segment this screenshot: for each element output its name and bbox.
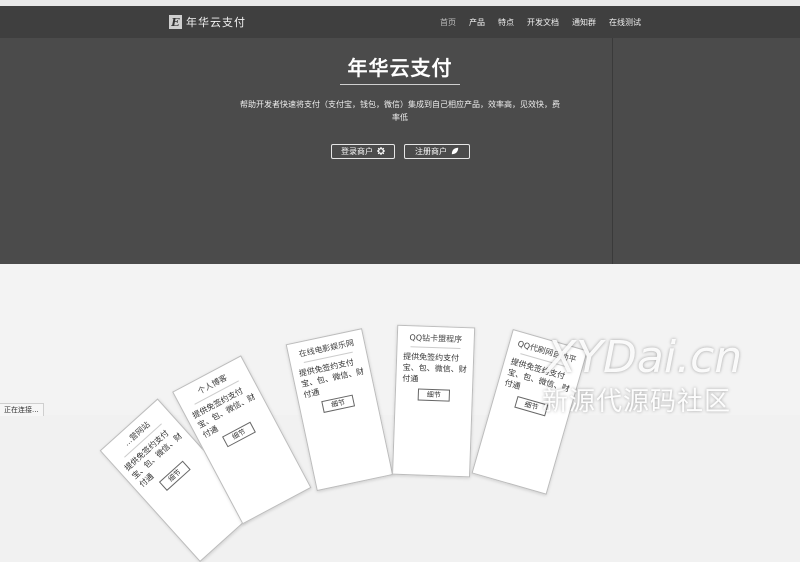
hero-section: 年华云支付 帮助开发者快速将支付（支付宝，钱包，微信）集成到自己相应产品，效率高… — [0, 38, 800, 264]
login-button-label: 登录商户 — [341, 147, 373, 156]
watermark-subtitle: 新源代源码社区 — [542, 387, 732, 417]
nav-item-home[interactable]: 首页 — [440, 17, 456, 28]
brand-logo-icon: E — [169, 15, 182, 29]
nav-menu: 首页 产品 特点 开发文档 通知群 在线测试 — [440, 6, 641, 38]
details-button[interactable]: 细节 — [417, 388, 451, 402]
nav-item-online-test[interactable]: 在线测试 — [609, 17, 641, 28]
hero-title: 年华云支付 — [347, 56, 453, 80]
login-merchant-button[interactable]: 登录商户 — [331, 144, 395, 159]
product-card-desc: 提供免签约支付宝、包、微信、财付通 — [402, 351, 467, 384]
nav-item-docs[interactable]: 开发文档 — [527, 17, 559, 28]
card-divider — [410, 346, 461, 349]
gear-icon — [377, 146, 385, 157]
navbar: E 年华云支付 首页 产品 特点 开发文档 通知群 在线测试 — [0, 6, 800, 38]
product-card[interactable]: QQ钻卡盟程序 提供免签约支付宝、包、微信、财付通 细节 — [392, 324, 476, 478]
product-card-title: QQ钻卡盟程序 — [409, 333, 463, 344]
register-merchant-button[interactable]: 注册商户 — [404, 144, 470, 159]
product-card-desc: 提供免签约支付宝、包、微信、财付通 — [122, 428, 184, 490]
register-button-label: 注册商户 — [415, 147, 447, 156]
hero-description: 帮助开发者快速将支付（支付宝，钱包，微信）集成到自己相应产品，效率高，见效快，费… — [240, 100, 560, 122]
leaf-icon — [451, 147, 459, 157]
brand-name: 年华云支付 — [186, 16, 246, 29]
status-bar: 正在连接... — [0, 403, 44, 416]
nav-item-notice-group[interactable]: 通知群 — [572, 17, 596, 28]
nav-item-products[interactable]: 产品 — [469, 17, 485, 28]
hero-title-underline — [340, 84, 460, 85]
brand[interactable]: E 年华云支付 — [169, 14, 246, 30]
details-button[interactable]: 细节 — [321, 394, 356, 413]
nav-item-features[interactable]: 特点 — [498, 17, 514, 28]
watermark-logo: XYDai.cn — [546, 332, 743, 383]
